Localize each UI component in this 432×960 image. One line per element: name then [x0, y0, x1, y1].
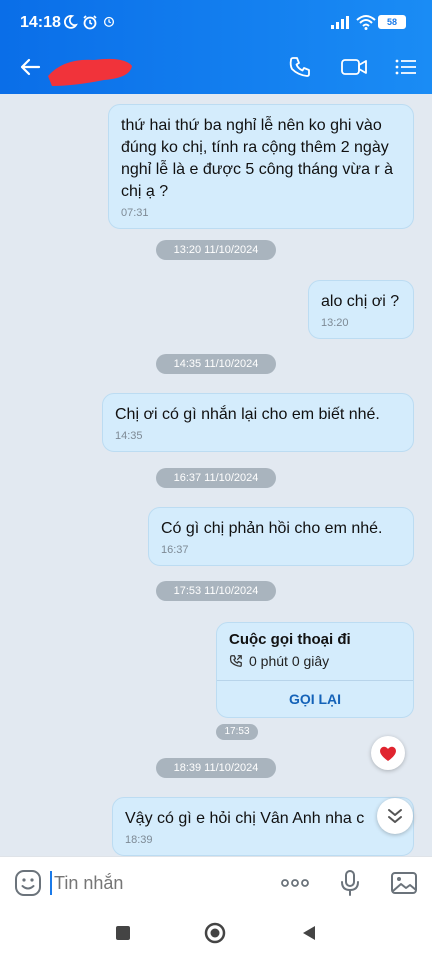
message-bubble[interactable]: Vậy có gì e hỏi chị Vân Anh nha c 18:39 [112, 797, 414, 856]
chat-header [0, 40, 432, 94]
status-time: 14:18 [20, 14, 61, 31]
date-separator: 17:53 11/10/2024 [156, 581, 276, 601]
message-text: Có gì chị phản hồi cho em nhé. [161, 520, 383, 537]
message-list[interactable]: thứ hai thứ ba nghỉ lễ nên ko ghi vào đú… [0, 94, 432, 856]
sticker-icon[interactable] [14, 869, 42, 897]
back-arrow-icon[interactable] [18, 55, 42, 79]
date-separator: 13:20 11/10/2024 [156, 240, 276, 260]
top-bar: 14:18 58 [0, 0, 432, 94]
heart-icon [380, 746, 396, 761]
alarm-small-icon [103, 16, 115, 27]
message-time: 07:31 [121, 207, 149, 219]
message-text: thứ hai thứ ba nghỉ lễ nên ko ghi vào đú… [121, 117, 394, 200]
message-bubble[interactable]: Chị ơi có gì nhắn lại cho em biết nhé. 1… [102, 393, 414, 452]
call-card[interactable]: Cuộc gọi thoại đi 0 phút 0 giây GỌI LẠI [216, 622, 414, 718]
date-separator: 16:37 11/10/2024 [156, 468, 276, 488]
call-card-divider [217, 680, 413, 681]
do-not-disturb-icon [63, 15, 78, 29]
call-title: Cuộc gọi thoại đi [229, 631, 351, 648]
date-separator: 14:35 11/10/2024 [156, 354, 276, 374]
signal-icon [331, 16, 349, 29]
message-time: 13:20 [321, 317, 349, 329]
back-triangle-icon[interactable] [300, 924, 318, 942]
voice-call-icon[interactable] [288, 55, 312, 79]
image-picker-icon[interactable] [390, 871, 418, 895]
message-time: 14:35 [115, 430, 143, 442]
battery-indicator: 58 [378, 15, 406, 29]
message-composer [0, 856, 432, 908]
video-call-icon[interactable] [340, 55, 368, 79]
alarm-icon [83, 15, 97, 30]
more-options-icon[interactable] [280, 877, 310, 889]
message-time: 18:39 [125, 834, 153, 846]
message-text: alo chị ơi ? [321, 293, 400, 310]
message-text: Vậy có gì e hỏi chị Vân Anh nha c [125, 810, 365, 827]
text-cursor [50, 871, 52, 895]
call-time-badge: 17:53 [216, 724, 258, 740]
scroll-to-bottom-button[interactable] [377, 798, 413, 834]
microphone-icon[interactable] [340, 869, 360, 897]
double-chevron-down-icon [388, 809, 402, 823]
message-bubble[interactable]: alo chị ơi ? 13:20 [308, 280, 414, 339]
redacted-contact-name[interactable] [44, 48, 136, 88]
home-icon[interactable] [204, 922, 226, 944]
message-bubble[interactable]: Có gì chị phản hồi cho em nhé. 16:37 [148, 507, 414, 566]
date-separator: 18:39 11/10/2024 [156, 758, 276, 778]
system-nav-bar [0, 908, 432, 960]
outgoing-call-icon [229, 655, 242, 667]
wifi-icon [356, 15, 376, 30]
message-input[interactable] [54, 872, 254, 894]
message-text: Chị ơi có gì nhắn lại cho em biết nhé. [115, 406, 380, 423]
recents-icon[interactable] [114, 924, 132, 942]
message-time: 16:37 [161, 544, 189, 556]
call-duration: 0 phút 0 giây [249, 653, 330, 669]
reaction-button[interactable] [371, 736, 405, 770]
menu-list-icon[interactable] [394, 55, 418, 79]
call-back-button[interactable]: GỌI LẠI [217, 691, 413, 707]
message-bubble[interactable]: thứ hai thứ ba nghỉ lễ nên ko ghi vào đú… [108, 104, 414, 229]
status-bar: 14:18 58 [0, 0, 432, 40]
